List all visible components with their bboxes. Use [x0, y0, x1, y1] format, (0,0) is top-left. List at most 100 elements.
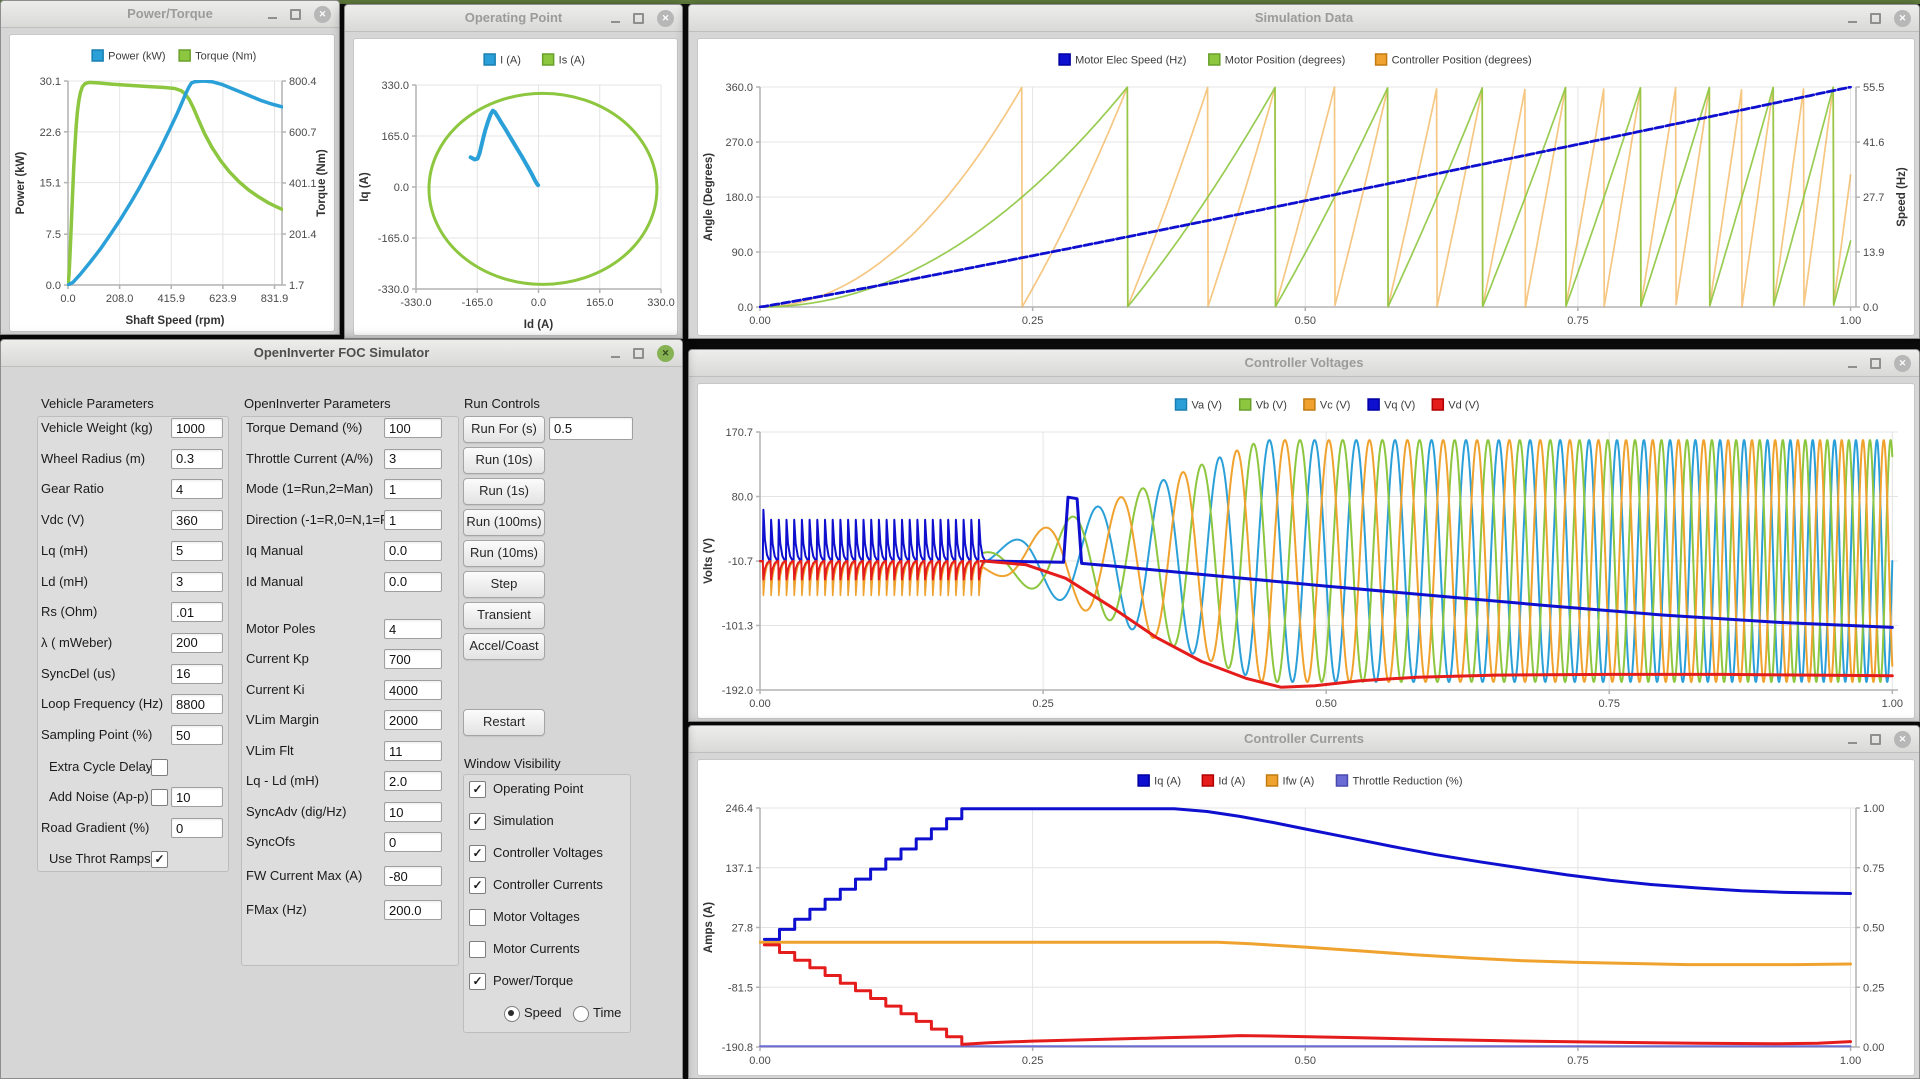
- step-button[interactable]: Step: [463, 571, 545, 598]
- vehicle-ld-mh-input[interactable]: [171, 572, 223, 592]
- oi-current-kp-input[interactable]: [384, 649, 442, 669]
- visibility-motor-voltages-checkbox[interactable]: [469, 909, 486, 926]
- speed-radio[interactable]: [504, 1006, 520, 1022]
- vehicle-loop-frequency-hz-input[interactable]: [171, 694, 223, 714]
- close-icon[interactable]: ✕: [1894, 355, 1911, 372]
- minimize-icon[interactable]: [1848, 734, 1857, 744]
- oi-vlim-margin-label: VLim Margin: [246, 709, 319, 731]
- visibility-controller-currents-checkbox[interactable]: ✓: [469, 877, 486, 894]
- oi-iq-manual-input[interactable]: [384, 541, 442, 561]
- oi-lq-ld-mh-input[interactable]: [384, 771, 442, 791]
- oi-throttle-current-a-input[interactable]: [384, 449, 442, 469]
- oi-syncadv-dig-hz-label: SyncAdv (dig/Hz): [246, 801, 346, 823]
- visibility-simulation-checkbox[interactable]: ✓: [469, 813, 486, 830]
- close-icon[interactable]: ✕: [1894, 10, 1911, 27]
- minimize-icon[interactable]: [611, 348, 620, 358]
- visibility-operating-point-row: ✓ Operating Point: [465, 778, 625, 800]
- minimize-icon[interactable]: [611, 13, 620, 23]
- run-for-seconds-input[interactable]: [549, 417, 633, 440]
- oi-vlim-flt-input[interactable]: [384, 741, 442, 761]
- vehicle-vehicle-weight-kg-input[interactable]: [171, 418, 223, 438]
- vehicle-syncdel-us-input[interactable]: [171, 664, 223, 684]
- oi-motor-poles-label: Motor Poles: [246, 618, 315, 640]
- oi-torque-demand-input[interactable]: [384, 418, 442, 438]
- close-icon[interactable]: ✕: [657, 345, 674, 362]
- run-100ms-button[interactable]: Run (100ms): [463, 509, 545, 536]
- visibility-controller-voltages-checkbox[interactable]: ✓: [469, 845, 486, 862]
- svg-text:208.0: 208.0: [106, 293, 134, 305]
- minimize-icon[interactable]: [1848, 13, 1857, 23]
- restore-icon[interactable]: [1870, 13, 1881, 24]
- accel-coast-button[interactable]: Accel/Coast: [463, 633, 545, 660]
- restore-icon[interactable]: [633, 348, 644, 359]
- close-icon[interactable]: ✕: [657, 10, 674, 27]
- titlebar[interactable]: Controller Voltages ✕: [689, 350, 1919, 377]
- oi-vlim-margin-input[interactable]: [384, 710, 442, 730]
- vehicle-add-noise-ap-p-input[interactable]: [171, 787, 223, 807]
- transient-button[interactable]: Transient: [463, 602, 545, 629]
- time-radio[interactable]: [573, 1006, 589, 1022]
- vehicle-loop-frequency-hz-label: Loop Frequency (Hz): [41, 693, 163, 715]
- restore-icon[interactable]: [633, 13, 644, 24]
- svg-text:0.75: 0.75: [1863, 863, 1884, 875]
- window-title: OpenInverter FOC Simulator: [254, 345, 430, 360]
- window-title: Operating Point: [465, 10, 563, 25]
- vehicle-vdc-v-input[interactable]: [171, 510, 223, 530]
- vehicle-extra-cycle-delay-checkbox[interactable]: [151, 759, 168, 776]
- oi-direction-1-r-0-n-1-f-input[interactable]: [384, 510, 442, 530]
- oi-current-ki-row: Current Ki: [246, 679, 546, 701]
- close-icon[interactable]: ✕: [1894, 731, 1911, 748]
- close-icon[interactable]: ✕: [314, 6, 331, 23]
- visibility-power-torque-checkbox[interactable]: ✓: [469, 973, 486, 990]
- titlebar[interactable]: Power/Torque ✕: [1, 1, 339, 28]
- vehicle-sampling-point-input[interactable]: [171, 725, 223, 745]
- restore-icon[interactable]: [1870, 358, 1881, 369]
- oi-current-ki-input[interactable]: [384, 680, 442, 700]
- vehicle-wheel-radius-m-input[interactable]: [171, 449, 223, 469]
- run-for-button[interactable]: Run For (s): [463, 416, 545, 443]
- oi-fw-current-max-a-input[interactable]: [384, 866, 442, 886]
- vehicle-lq-mh-input[interactable]: [171, 541, 223, 561]
- visibility-simulation-row: ✓Simulation: [465, 810, 625, 832]
- oi-current-ki-label: Current Ki: [246, 679, 305, 701]
- run-1s-button[interactable]: Run (1s): [463, 478, 545, 505]
- oi-syncofs-input[interactable]: [384, 832, 442, 852]
- oi-motor-poles-input[interactable]: [384, 619, 442, 639]
- oi-mode-1-run-2-man-input[interactable]: [384, 479, 442, 499]
- vehicle-use-throt-ramps-checkbox[interactable]: ✓: [151, 851, 168, 868]
- vehicle-road-gradient-input[interactable]: [171, 818, 223, 838]
- visibility-operating-point-checkbox[interactable]: ✓: [469, 781, 486, 798]
- oi-current-kp-label: Current Kp: [246, 648, 309, 670]
- run-10s-button[interactable]: Run (10s): [463, 447, 545, 474]
- svg-text:0.50: 0.50: [1863, 923, 1884, 935]
- visibility-motor-currents-checkbox[interactable]: [469, 941, 486, 958]
- restore-icon[interactable]: [1870, 734, 1881, 745]
- visibility-operating-point-label: Operating Point: [493, 778, 583, 800]
- restore-icon[interactable]: [290, 9, 301, 20]
- svg-text:-330.0: -330.0: [400, 297, 431, 309]
- vehicle-mweber-input[interactable]: [171, 633, 223, 653]
- svg-text:165.0: 165.0: [381, 131, 409, 143]
- minimize-icon[interactable]: [268, 9, 277, 19]
- titlebar[interactable]: OpenInverter FOC Simulator ✕: [1, 340, 682, 367]
- visibility-power-torque-label: Power/Torque: [493, 970, 573, 992]
- titlebar[interactable]: Operating Point ✕: [345, 5, 682, 32]
- svg-text:27.7: 27.7: [1863, 192, 1884, 204]
- vehicle-add-noise-ap-p-checkbox[interactable]: [151, 789, 168, 806]
- svg-text:-192.0: -192.0: [722, 685, 753, 697]
- titlebar[interactable]: Controller Currents ✕: [689, 726, 1919, 753]
- svg-text:-190.8: -190.8: [722, 1042, 753, 1054]
- vehicle-rs-ohm-input[interactable]: [171, 602, 223, 622]
- restart-button[interactable]: Restart: [463, 709, 545, 736]
- operating-point-chart: 330.0165.00.0-165.0-330.0-330.0-165.00.0…: [353, 38, 678, 336]
- oi-id-manual-input[interactable]: [384, 572, 442, 592]
- run-10ms-button[interactable]: Run (10ms): [463, 540, 545, 567]
- oi-fmax-hz-input[interactable]: [384, 900, 442, 920]
- svg-text:0.25: 0.25: [1022, 1055, 1043, 1067]
- openinverter-parameters-heading: OpenInverter Parameters: [244, 396, 391, 411]
- oi-syncadv-dig-hz-input[interactable]: [384, 802, 442, 822]
- titlebar[interactable]: Simulation Data ✕: [689, 5, 1919, 32]
- vehicle-gear-ratio-input[interactable]: [171, 479, 223, 499]
- svg-text:Is (A): Is (A): [559, 55, 585, 67]
- minimize-icon[interactable]: [1848, 358, 1857, 368]
